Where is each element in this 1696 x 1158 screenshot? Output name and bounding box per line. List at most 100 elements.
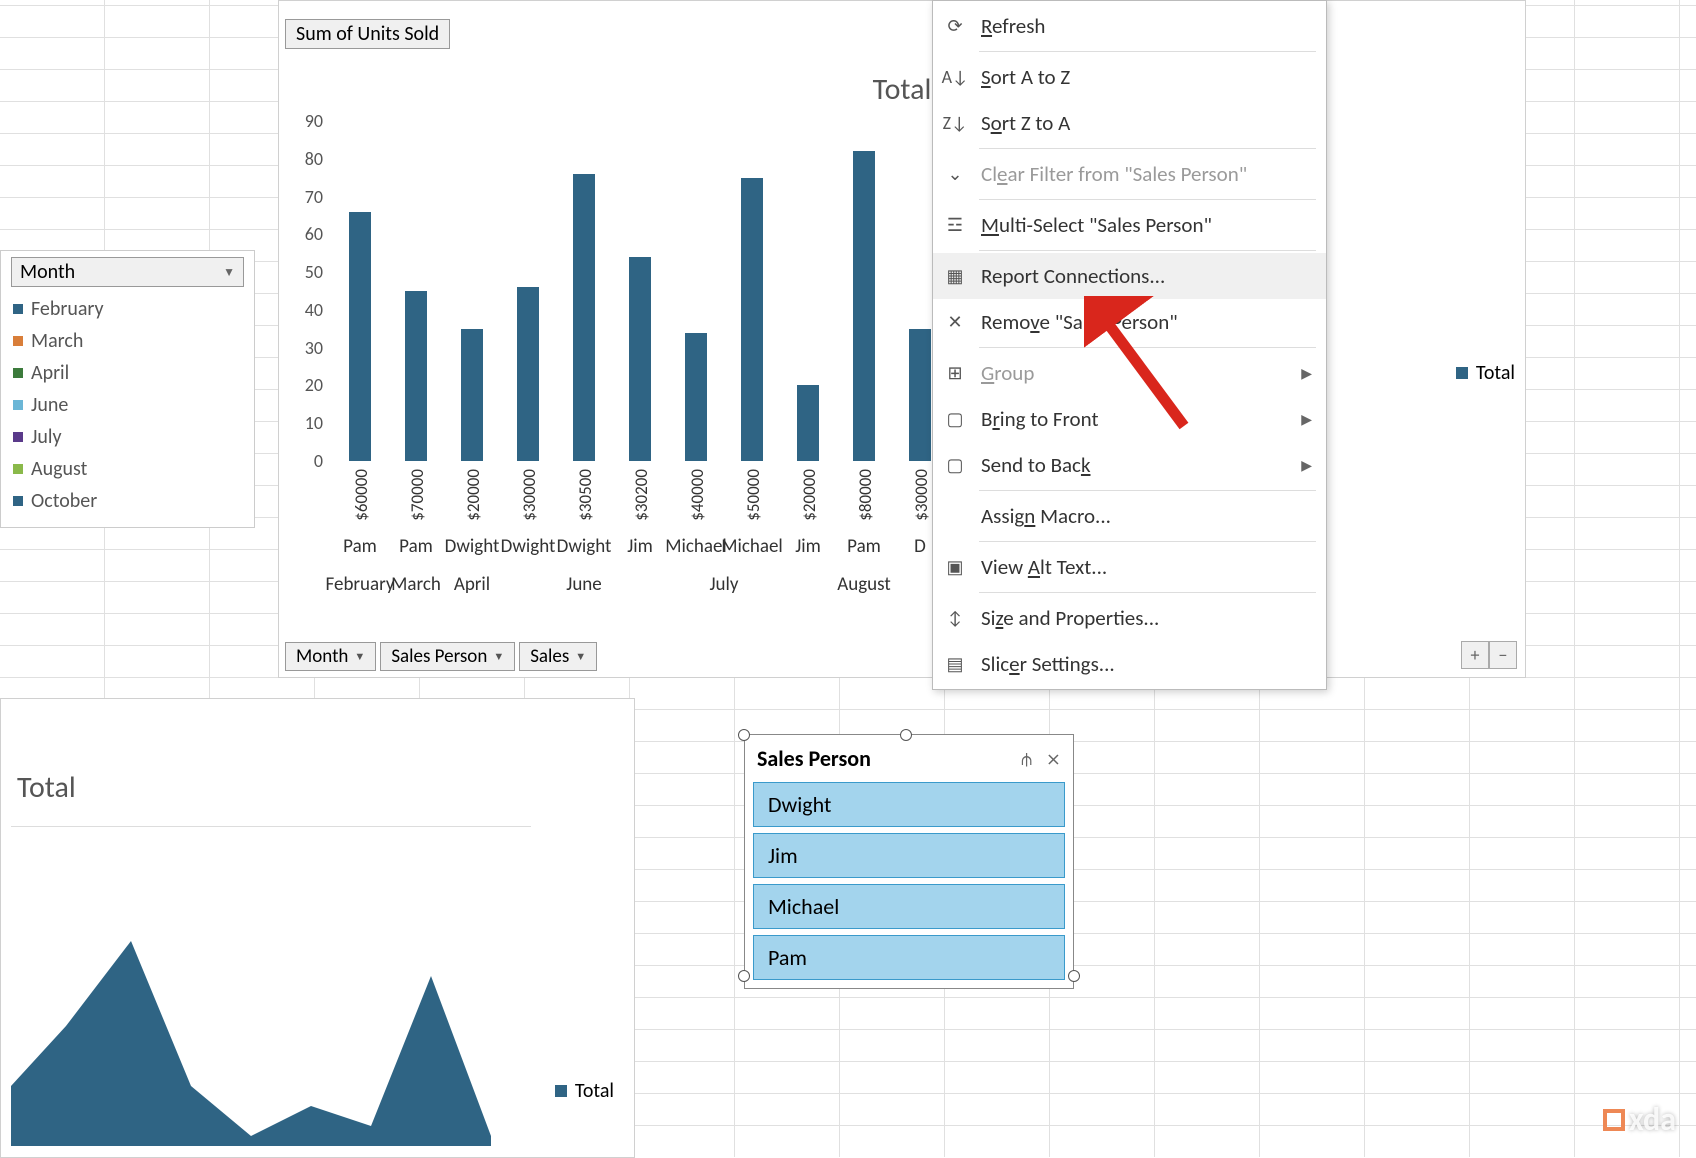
watermark: xda xyxy=(1603,1100,1676,1139)
month-filter-item[interactable]: August xyxy=(11,453,244,485)
bar[interactable] xyxy=(741,178,763,461)
area-series xyxy=(11,826,531,1146)
context-menu-item[interactable]: ☲Multi-Select "Sales Person" xyxy=(933,202,1326,248)
month-filter-list: FebruaryMarchAprilJuneJuly August October xyxy=(11,293,244,517)
context-menu-item[interactable]: ↕Size and Properties... xyxy=(933,595,1326,641)
context-menu-label: Sort A to Z xyxy=(981,64,1070,90)
context-menu-item[interactable]: Z↓Sort Z to A xyxy=(933,100,1326,146)
color-swatch-icon xyxy=(13,496,23,506)
zoom-out-button[interactable]: − xyxy=(1489,641,1517,669)
dropdown-arrow-icon: ▼ xyxy=(493,650,504,663)
bar[interactable] xyxy=(629,257,651,461)
context-menu-label: Bring to Front xyxy=(981,406,1098,432)
submenu-arrow-icon: ▶ xyxy=(1301,365,1312,382)
pivot-chart[interactable]: Sum of Units Sold Total 0102030405060708… xyxy=(278,0,1526,678)
legend-swatch-icon xyxy=(555,1085,567,1097)
front-icon: ▢ xyxy=(943,407,967,431)
bar[interactable] xyxy=(349,212,371,461)
legend-label: Total xyxy=(1476,361,1515,385)
context-menu-separator xyxy=(979,347,1316,348)
month-filter-item[interactable]: April xyxy=(11,357,244,389)
x-value-label: $70000 xyxy=(407,469,428,521)
month-filter-header[interactable]: Month ▼ xyxy=(11,257,244,287)
selection-handle[interactable] xyxy=(1068,970,1080,982)
x-person-label: Michael xyxy=(721,535,783,558)
x-month-label: August xyxy=(837,573,890,596)
context-menu-item[interactable]: ✕Remove "Sales Person" xyxy=(933,299,1326,345)
month-filter-panel: Month ▼ FebruaryMarchAprilJuneJuly August… xyxy=(0,250,255,528)
context-menu-item[interactable]: ▢Send to Back▶ xyxy=(933,442,1326,488)
clear-filter-icon[interactable]: ⨯ xyxy=(1046,748,1061,770)
bar[interactable] xyxy=(685,333,707,461)
bar[interactable] xyxy=(853,151,875,461)
area-plot xyxy=(11,826,531,1146)
slicer-header: Sales Person ⫛ ⨯ xyxy=(753,743,1065,782)
bar[interactable] xyxy=(909,329,931,461)
blank-icon xyxy=(943,504,967,528)
bar[interactable] xyxy=(461,329,483,461)
za-icon: Z↓ xyxy=(943,111,967,135)
y-tick: 90 xyxy=(305,110,323,132)
month-filter-item[interactable]: February xyxy=(11,293,244,325)
bar[interactable] xyxy=(517,287,539,461)
y-tick: 50 xyxy=(305,261,323,283)
slicer-item[interactable]: Pam xyxy=(753,935,1065,980)
context-menu-item[interactable]: ▤Slicer Settings... xyxy=(933,641,1326,687)
context-menu-separator xyxy=(979,199,1316,200)
filter-button[interactable]: Month▼ xyxy=(285,642,376,671)
context-menu-item[interactable]: ▦Report Connections... xyxy=(933,253,1326,299)
x-person-label: Pam xyxy=(399,535,433,558)
context-menu-separator xyxy=(979,148,1316,149)
context-menu-item[interactable]: ⟳Refresh xyxy=(933,3,1326,49)
month-filter-item[interactable]: June xyxy=(11,389,244,421)
area-chart-legend[interactable]: Total xyxy=(555,1079,614,1103)
month-item-label: August xyxy=(31,457,87,481)
sales-person-slicer[interactable]: Sales Person ⫛ ⨯ Dwight Jim Michael Pam xyxy=(744,734,1074,989)
context-menu-separator xyxy=(979,541,1316,542)
x-icon: ✕ xyxy=(943,310,967,334)
context-menu-item[interactable]: A↓ Sort A to Z xyxy=(933,54,1326,100)
slicer-item[interactable]: Michael xyxy=(753,884,1065,929)
selection-handle[interactable] xyxy=(738,970,750,982)
context-menu-label: View Alt Text... xyxy=(981,554,1107,580)
filter-button[interactable]: Sales Person▼ xyxy=(380,642,515,671)
context-menu-label: Assign Macro... xyxy=(981,503,1111,529)
zoom-in-button[interactable]: + xyxy=(1461,641,1489,669)
month-filter-item[interactable]: October xyxy=(11,485,244,517)
x-month-label: July xyxy=(709,573,738,596)
context-menu-separator xyxy=(979,592,1316,593)
context-menu-item[interactable]: Assign Macro... xyxy=(933,493,1326,539)
context-menu-item[interactable]: ▣View Alt Text... xyxy=(933,544,1326,590)
month-filter-item[interactable]: March xyxy=(11,325,244,357)
dropdown-arrow-icon: ▼ xyxy=(575,650,586,663)
bar[interactable] xyxy=(797,385,819,461)
context-menu-item[interactable]: ▢Bring to Front▶ xyxy=(933,396,1326,442)
selection-handle[interactable] xyxy=(738,729,750,741)
slicer-item[interactable]: Dwight xyxy=(753,782,1065,827)
bar[interactable] xyxy=(573,174,595,461)
slicer-item[interactable]: Jim xyxy=(753,833,1065,878)
selection-handle[interactable] xyxy=(900,729,912,741)
back-icon: ▢ xyxy=(943,453,967,477)
chart-filter-buttons: Month▼Sales Person▼Sales▼ xyxy=(285,642,597,671)
x-month-label: April xyxy=(454,573,490,596)
az-icon: A↓ xyxy=(943,65,967,89)
x-value-label: $80000 xyxy=(855,469,876,521)
size-icon: ↕ xyxy=(943,606,967,630)
context-menu-label: Group xyxy=(981,360,1034,386)
x-month-label: March xyxy=(391,573,441,596)
watermark-icon xyxy=(1603,1109,1625,1131)
chart-value-badge[interactable]: Sum of Units Sold xyxy=(285,19,450,49)
y-tick: 80 xyxy=(305,148,323,170)
multi-select-icon[interactable]: ⫛ xyxy=(1021,748,1032,770)
x-person-label: Michael xyxy=(665,535,727,558)
context-menu-label: Refresh xyxy=(981,13,1045,39)
dropdown-arrow-icon: ▼ xyxy=(354,650,365,663)
filter-button[interactable]: Sales▼ xyxy=(519,642,597,671)
chart-legend[interactable]: Total xyxy=(1456,361,1515,385)
bar[interactable] xyxy=(405,291,427,461)
month-filter-item[interactable]: July xyxy=(11,421,244,453)
area-chart[interactable]: Total Total xyxy=(0,698,635,1158)
slicer-icon: ▤ xyxy=(943,652,967,676)
report-icon: ▦ xyxy=(943,264,967,288)
